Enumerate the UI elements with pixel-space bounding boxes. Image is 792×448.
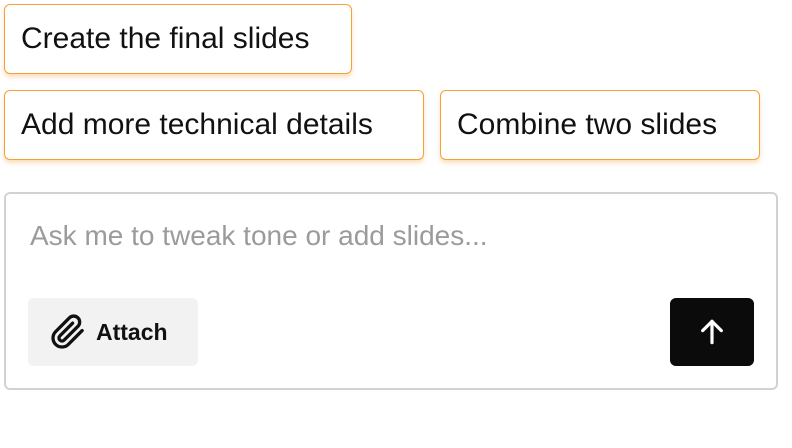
suggestion-add-technical-details[interactable]: Add more technical details	[4, 90, 424, 160]
message-composer[interactable]: Ask me to tweak tone or add slides... At…	[4, 192, 778, 390]
attach-button[interactable]: Attach	[28, 298, 198, 366]
message-input[interactable]: Ask me to tweak tone or add slides...	[30, 220, 488, 252]
send-button[interactable]	[670, 298, 754, 366]
arrow-up-icon	[696, 316, 728, 348]
attach-label: Attach	[96, 318, 168, 345]
suggestion-combine-two-slides[interactable]: Combine two slides	[440, 90, 760, 160]
paperclip-icon	[50, 314, 86, 350]
suggestion-create-final-slides[interactable]: Create the final slides	[4, 4, 352, 74]
